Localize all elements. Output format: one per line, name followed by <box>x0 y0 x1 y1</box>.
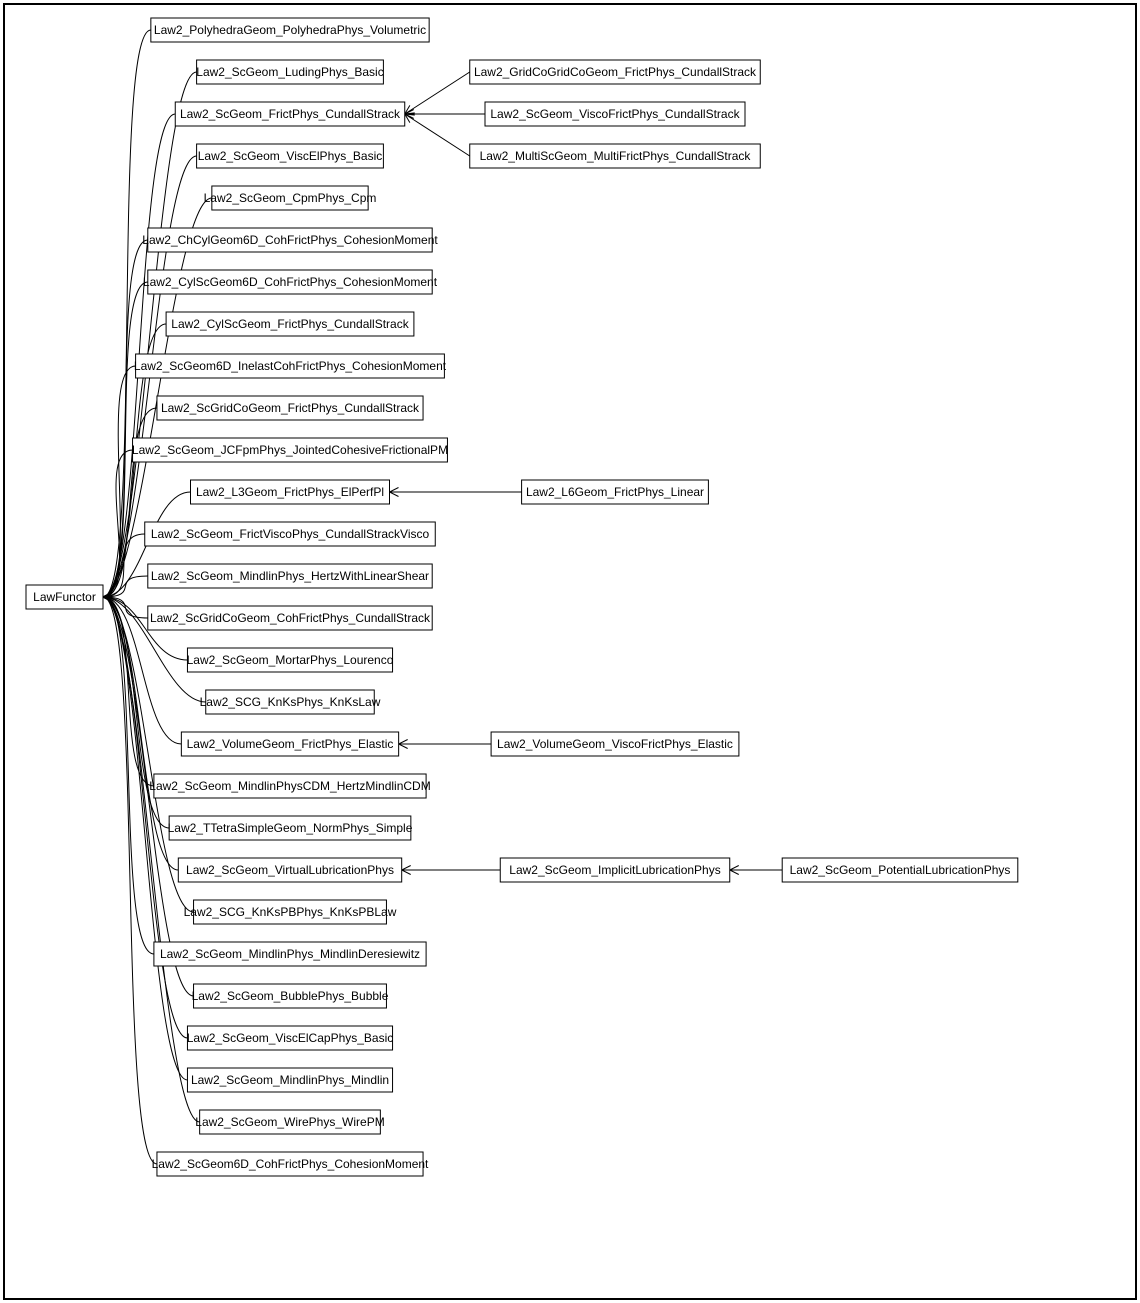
class-node-s5[interactable]: Law2_ScGeom_ImplicitLubricationPhys <box>500 858 730 882</box>
class-node-n16[interactable]: Law2_SCG_KnKsPhys_KnKsLaw <box>200 690 381 714</box>
class-node-label: Law2_ScGeom_LudingPhys_Basic <box>196 65 383 79</box>
class-node-n17[interactable]: Law2_VolumeGeom_FrictPhys_Elastic <box>181 732 398 756</box>
class-node-label: Law2_L3Geom_FrictPhys_ElPerfPl <box>196 485 384 499</box>
class-node-label: Law2_ScGeom_BubblePhys_Bubble <box>192 989 389 1003</box>
class-node-label: Law2_ScGeom_WirePhys_WirePM <box>195 1115 384 1129</box>
class-node-n23[interactable]: Law2_ScGeom_BubblePhys_Bubble <box>192 984 389 1008</box>
class-node-n27[interactable]: Law2_ScGeom6D_CohFrictPhys_CohesionMomen… <box>152 1152 429 1176</box>
class-node-label: Law2_ScGeom_MindlinPhysCDM_HertzMindlinC… <box>149 779 430 793</box>
class-node-label: Law2_L6Geom_FrictPhys_Linear <box>526 485 704 499</box>
class-node-label: Law2_MultiScGeom_MultiFrictPhys_CundallS… <box>480 149 752 163</box>
class-node-label: Law2_ScGeom_PotentialLubricationPhys <box>790 863 1011 877</box>
class-node-s1[interactable]: Law2_ScGeom_ViscoFrictPhys_CundallStrack <box>485 102 745 126</box>
class-node-n25[interactable]: Law2_ScGeom_MindlinPhys_Mindlin <box>187 1068 392 1092</box>
class-node-n8[interactable]: Law2_ScGeom6D_InelastCohFrictPhys_Cohesi… <box>134 354 447 378</box>
class-node-label: Law2_ScGeom_ViscElPhys_Basic <box>198 149 383 163</box>
class-node-n9[interactable]: Law2_ScGridCoGeom_FrictPhys_CundallStrac… <box>157 396 423 420</box>
class-node-n22[interactable]: Law2_ScGeom_MindlinPhys_MindlinDeresiewi… <box>154 942 426 966</box>
class-node-label: Law2_ScGeom_MindlinPhys_MindlinDeresiewi… <box>160 947 420 961</box>
class-node-s2[interactable]: Law2_MultiScGeom_MultiFrictPhys_CundallS… <box>470 144 761 168</box>
class-node-n6[interactable]: Law2_CylScGeom6D_CohFrictPhys_CohesionMo… <box>143 270 438 294</box>
class-node-label: LawFunctor <box>33 590 96 604</box>
class-node-label: Law2_GridCoGridCoGeom_FrictPhys_CundallS… <box>474 65 757 79</box>
class-node-label: Law2_ScGeom_VirtualLubricationPhys <box>186 863 394 877</box>
class-node-n26[interactable]: Law2_ScGeom_WirePhys_WirePM <box>195 1110 384 1134</box>
inheritance-edge <box>405 72 470 114</box>
class-node-label: Law2_ScGeom_CpmPhys_Cpm <box>204 191 377 205</box>
class-node-n0[interactable]: Law2_PolyhedraGeom_PolyhedraPhys_Volumet… <box>151 18 429 42</box>
inheritance-edge <box>405 114 470 156</box>
class-node-label: Law2_TTetraSimpleGeom_NormPhys_Simple <box>168 821 413 835</box>
class-node-n4[interactable]: Law2_ScGeom_CpmPhys_Cpm <box>204 186 377 210</box>
class-node-n24[interactable]: Law2_ScGeom_ViscElCapPhys_Basic <box>187 1026 394 1050</box>
class-node-n12[interactable]: Law2_ScGeom_FrictViscoPhys_CundallStrack… <box>145 522 436 546</box>
class-node-label: Law2_SCG_KnKsPBPhys_KnKsPBLaw <box>184 905 397 919</box>
class-node-n7[interactable]: Law2_CylScGeom_FrictPhys_CundallStrack <box>166 312 414 336</box>
class-node-label: Law2_CylScGeom6D_CohFrictPhys_CohesionMo… <box>143 275 438 289</box>
class-node-label: Law2_ScGeom_MindlinPhys_HertzWithLinearS… <box>151 569 429 583</box>
class-node-label: Law2_ScGeom_FrictPhys_CundallStrack <box>180 107 401 121</box>
class-node-s0[interactable]: Law2_GridCoGridCoGeom_FrictPhys_CundallS… <box>470 60 761 84</box>
class-node-n13[interactable]: Law2_ScGeom_MindlinPhys_HertzWithLinearS… <box>148 564 432 588</box>
class-node-n20[interactable]: Law2_ScGeom_VirtualLubricationPhys <box>178 858 401 882</box>
class-node-root[interactable]: LawFunctor <box>26 585 103 609</box>
class-node-label: Law2_ChCylGeom6D_CohFrictPhys_CohesionMo… <box>142 233 438 247</box>
class-node-label: Law2_VolumeGeom_ViscoFrictPhys_Elastic <box>497 737 733 751</box>
class-node-n1[interactable]: Law2_ScGeom_LudingPhys_Basic <box>196 60 383 84</box>
class-node-label: Law2_ScGeom6D_InelastCohFrictPhys_Cohesi… <box>134 359 447 373</box>
class-node-label: Law2_ScGeom_ImplicitLubricationPhys <box>509 863 720 877</box>
class-node-n19[interactable]: Law2_TTetraSimpleGeom_NormPhys_Simple <box>168 816 413 840</box>
class-node-n18[interactable]: Law2_ScGeom_MindlinPhysCDM_HertzMindlinC… <box>149 774 430 798</box>
class-node-n3[interactable]: Law2_ScGeom_ViscElPhys_Basic <box>197 144 384 168</box>
class-node-label: Law2_ScGeom6D_CohFrictPhys_CohesionMomen… <box>152 1157 429 1171</box>
class-node-n11[interactable]: Law2_L3Geom_FrictPhys_ElPerfPl <box>191 480 390 504</box>
class-node-label: Law2_PolyhedraGeom_PolyhedraPhys_Volumet… <box>154 23 426 37</box>
class-node-s4[interactable]: Law2_VolumeGeom_ViscoFrictPhys_Elastic <box>491 732 739 756</box>
class-node-label: Law2_ScGeom_ViscElCapPhys_Basic <box>187 1031 394 1045</box>
class-node-n2[interactable]: Law2_ScGeom_FrictPhys_CundallStrack <box>175 102 405 126</box>
class-node-n21[interactable]: Law2_SCG_KnKsPBPhys_KnKsPBLaw <box>184 900 397 924</box>
class-node-label: Law2_SCG_KnKsPhys_KnKsLaw <box>200 695 381 709</box>
class-node-label: Law2_VolumeGeom_FrictPhys_Elastic <box>187 737 394 751</box>
class-node-label: Law2_ScGeom_MortarPhys_Lourenco <box>187 653 394 667</box>
class-node-label: Law2_ScGeom_JCFpmPhys_JointedCohesiveFri… <box>132 443 448 457</box>
class-node-label: Law2_ScGeom_ViscoFrictPhys_CundallStrack <box>490 107 740 121</box>
class-node-label: Law2_CylScGeom_FrictPhys_CundallStrack <box>171 317 409 331</box>
class-node-s3[interactable]: Law2_L6Geom_FrictPhys_Linear <box>522 480 709 504</box>
class-node-s6[interactable]: Law2_ScGeom_PotentialLubricationPhys <box>782 858 1018 882</box>
class-node-label: Law2_ScGeom_FrictViscoPhys_CundallStrack… <box>151 527 430 541</box>
class-node-n14[interactable]: Law2_ScGridCoGeom_CohFrictPhys_CundallSt… <box>148 606 432 630</box>
class-node-n10[interactable]: Law2_ScGeom_JCFpmPhys_JointedCohesiveFri… <box>132 438 448 462</box>
class-node-n5[interactable]: Law2_ChCylGeom6D_CohFrictPhys_CohesionMo… <box>142 228 438 252</box>
class-node-label: Law2_ScGeom_MindlinPhys_Mindlin <box>191 1073 389 1087</box>
class-node-label: Law2_ScGridCoGeom_FrictPhys_CundallStrac… <box>161 401 420 415</box>
class-node-label: Law2_ScGridCoGeom_CohFrictPhys_CundallSt… <box>150 611 431 625</box>
class-node-n15[interactable]: Law2_ScGeom_MortarPhys_Lourenco <box>187 648 394 672</box>
